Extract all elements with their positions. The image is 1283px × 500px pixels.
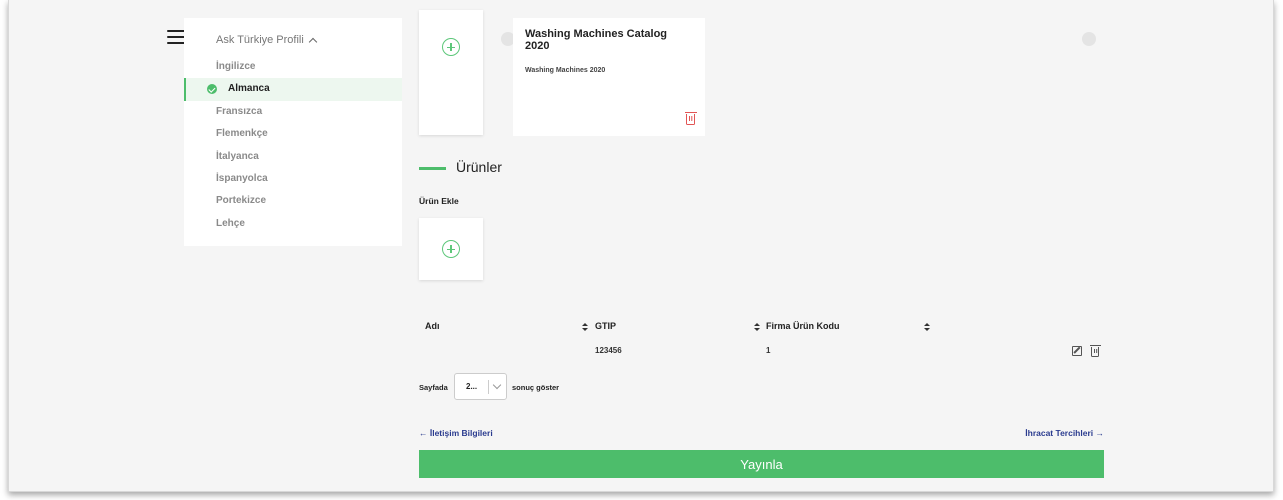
catalog-subtitle: Washing Machines 2020	[525, 67, 606, 74]
column-header-gtip[interactable]: GTIP	[595, 321, 616, 331]
hamburger-menu-icon[interactable]	[167, 30, 185, 44]
sidebar-item-almanca[interactable]: Almanca	[184, 78, 402, 101]
plus-circle-icon	[442, 38, 460, 56]
profile-sidebar: Ask Türkiye Profili İngilizce Almanca Fr…	[184, 18, 402, 246]
cell-gtip: 123456	[595, 346, 622, 355]
prev-step-link[interactable]: ← İletişim Bilgileri	[419, 428, 493, 438]
catalog-title: Washing Machines Catalog 2020	[525, 28, 668, 52]
catalog-next-dot-icon[interactable]	[1082, 32, 1096, 46]
sidebar-item-label: İngilizce	[216, 61, 256, 72]
sidebar-item-label: Almanca	[228, 83, 270, 95]
sidebar-item-label: İtalyanca	[216, 150, 259, 162]
pager-suffix: sonuç göster	[512, 383, 560, 392]
next-step-link[interactable]: İhracat Tercihleri →	[1025, 428, 1104, 438]
page-size-value: 2...	[466, 382, 478, 391]
sort-icon[interactable]	[753, 322, 760, 332]
select-divider	[488, 380, 489, 394]
add-product-label: Ürün Ekle	[419, 196, 459, 206]
sidebar-title-label: Ask Türkiye Profili	[216, 34, 304, 46]
sidebar-item-label: Flemenkçe	[216, 128, 268, 140]
chevron-up-icon	[308, 37, 318, 46]
column-header-product-code[interactable]: Firma Ürün Kodu	[766, 321, 840, 331]
app-frame: Ask Türkiye Profili İngilizce Almanca Fr…	[8, 0, 1274, 492]
delete-trash-icon[interactable]	[1089, 345, 1101, 357]
sidebar-item-flemenkce[interactable]: Flemenkçe	[184, 123, 402, 145]
sidebar-item-label: Portekizce	[216, 195, 267, 207]
sidebar-item-lehce[interactable]: Lehçe	[184, 213, 402, 235]
chevron-down-icon	[492, 380, 502, 390]
language-list: İngilizce Almanca Fransızca Flemenkçe İt…	[184, 56, 402, 235]
sidebar-item-portekizce[interactable]: Portekizce	[184, 190, 402, 212]
sidebar-item-ingilizce[interactable]: İngilizce	[184, 56, 402, 78]
plus-circle-icon	[442, 240, 460, 258]
sidebar-item-ispanyolca[interactable]: İspanyolca	[184, 168, 402, 190]
cell-product-code: 1	[766, 346, 771, 355]
pager-prefix: Sayfada	[419, 383, 448, 392]
sidebar-item-label: İspanyolca	[216, 172, 268, 184]
check-circle-icon	[207, 84, 217, 95]
section-accent-bar	[419, 167, 446, 170]
column-header-name[interactable]: Adı	[425, 321, 440, 331]
sidebar-item-label: Fransızca	[216, 105, 263, 117]
delete-catalog-trash-icon[interactable]	[684, 112, 697, 125]
sidebar-title[interactable]: Ask Türkiye Profili	[216, 34, 318, 46]
sort-icon[interactable]	[923, 322, 930, 332]
sidebar-item-label: Lehçe	[216, 217, 245, 229]
publish-button[interactable]: Yayınla	[419, 450, 1104, 478]
catalog-card: Washing Machines Catalog 2020 Washing Ma…	[513, 18, 705, 136]
add-catalog-button[interactable]	[419, 10, 483, 135]
sidebar-item-fransizca[interactable]: Fransızca	[184, 101, 402, 123]
edit-icon[interactable]	[1072, 346, 1082, 356]
sort-icon[interactable]	[581, 322, 588, 332]
page-size-select[interactable]: 2...	[454, 373, 507, 400]
section-title: Ürünler	[456, 159, 502, 175]
add-product-button[interactable]	[419, 218, 483, 280]
sidebar-item-italyanca[interactable]: İtalyanca	[184, 146, 402, 168]
